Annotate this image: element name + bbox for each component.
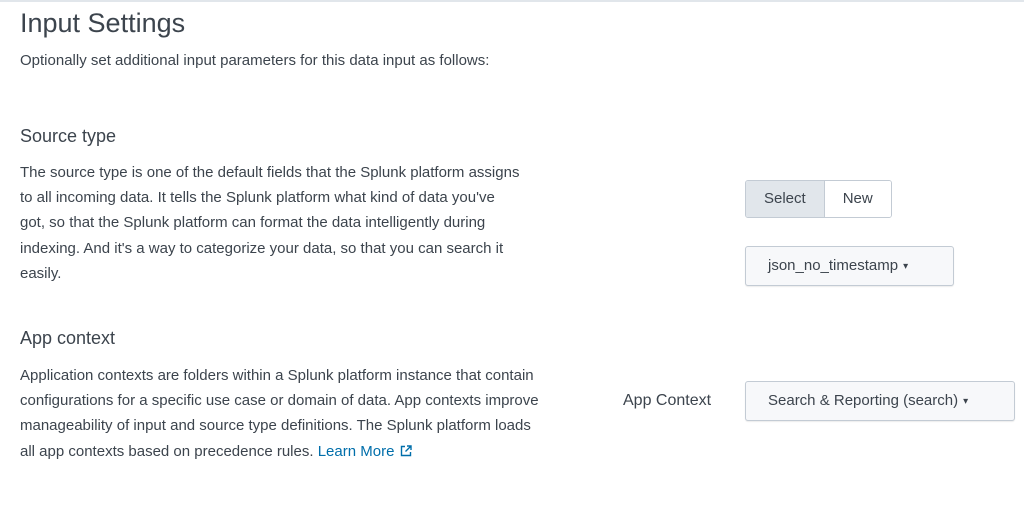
external-link-icon [401,444,413,456]
caret-down-icon: ▾ [903,261,909,272]
app-context-dropdown[interactable]: Search & Reporting (search) ▾ [745,381,1015,421]
source-type-toggle: Select New [745,180,892,218]
page-title: Input Settings [20,8,186,38]
learn-more-label: Learn More [317,442,395,460]
app-context-label: App Context [623,392,712,409]
app-context-description-text: Application contexts are folders within … [20,367,539,460]
select-button[interactable]: Select [746,181,825,217]
app-context-description: Application contexts are folders within … [20,363,540,464]
page-subtitle: Optionally set additional input paramete… [20,52,490,69]
source-type-dropdown-value: json_no_timestamp [768,257,899,274]
top-divider [0,0,1024,2]
source-type-description: The source type is one of the default fi… [20,164,520,282]
app-context-dropdown-value: Search & Reporting (search) [768,392,959,409]
caret-down-icon: ▾ [963,396,969,407]
app-context-heading: App context [20,328,116,348]
learn-more-link[interactable]: Learn More [318,443,413,460]
new-button[interactable]: New [824,181,891,217]
source-type-heading: Source type [20,126,117,146]
source-type-dropdown[interactable]: json_no_timestamp ▾ [745,246,954,286]
